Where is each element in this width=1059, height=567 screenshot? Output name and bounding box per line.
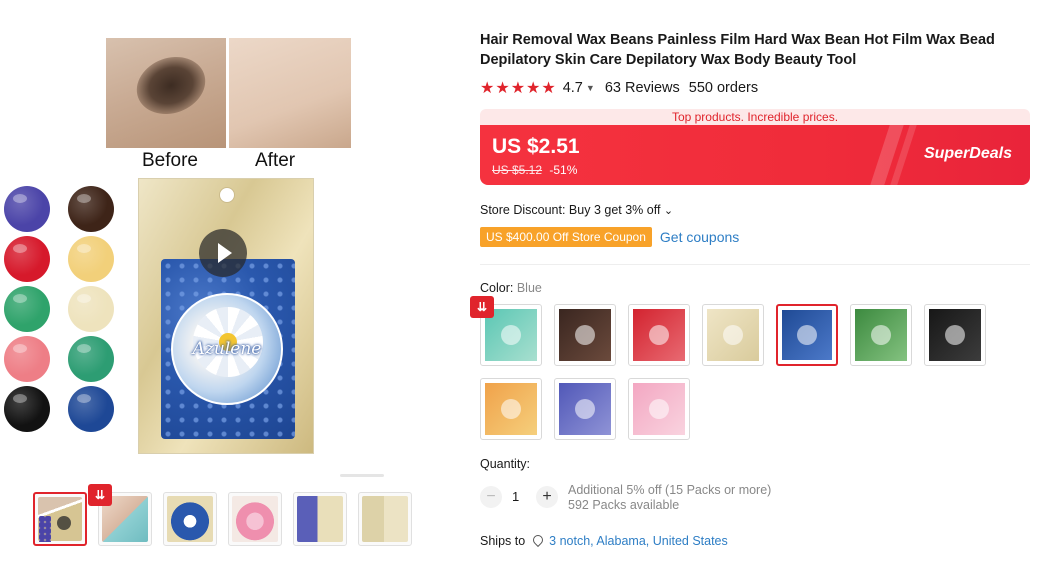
rating-row: ★★★★★ 4.7 ▼ 63 Reviews 550 orders bbox=[480, 78, 758, 98]
product-title: Hair Removal Wax Beans Painless Film Har… bbox=[480, 32, 995, 68]
azulene-label: Azulene bbox=[171, 293, 283, 405]
chevron-down-icon: ⌄ bbox=[663, 205, 674, 217]
before-after-photo: Before After bbox=[106, 38, 352, 178]
promo-strip: Top products. Incredible prices. bbox=[480, 109, 1030, 126]
color-option-image bbox=[633, 383, 685, 435]
store-discount[interactable]: Store Discount: Buy 3 get 3% off ⌄ bbox=[480, 203, 673, 217]
quantity-label: Quantity: bbox=[480, 457, 531, 471]
after-armpit-photo bbox=[229, 38, 351, 148]
color-option-purple[interactable] bbox=[554, 378, 616, 440]
wax-swatch bbox=[68, 286, 114, 332]
store-coupon-tag: US $400.00 Off Store Coupon bbox=[480, 227, 652, 247]
thumbnail-pink-pack[interactable] bbox=[228, 492, 282, 546]
thumbnail-purple-pack[interactable] bbox=[293, 492, 347, 546]
location-pin-icon bbox=[533, 535, 543, 547]
quantity-value[interactable]: 1 bbox=[512, 489, 519, 504]
main-product-image[interactable]: Before After Azulene bbox=[0, 0, 460, 480]
price-drop-badge-icon: ⇊ bbox=[470, 296, 494, 318]
ships-to-row: Ships to 3 notch, Alabama, United States bbox=[480, 534, 728, 548]
color-option-image bbox=[855, 309, 907, 361]
color-option-green[interactable] bbox=[850, 304, 912, 366]
stock-available: 592 Packs available bbox=[568, 498, 680, 512]
wax-swatch bbox=[4, 186, 50, 232]
wax-swatch bbox=[4, 386, 50, 432]
wax-swatch bbox=[4, 286, 50, 332]
bulk-discount-note: Additional 5% off (15 Packs or more) bbox=[568, 483, 772, 497]
pouch-hang-hole bbox=[219, 187, 235, 203]
current-price: US $2.51 bbox=[492, 135, 580, 158]
section-divider bbox=[480, 264, 1030, 265]
coupon-row: US $400.00 Off Store Coupon Get coupons bbox=[480, 227, 739, 247]
color-option-coffee[interactable] bbox=[554, 304, 616, 366]
color-option-red[interactable] bbox=[628, 304, 690, 366]
color-option-image bbox=[929, 309, 981, 361]
wax-swatch bbox=[68, 236, 114, 282]
thumbnail-strip: ⇊ bbox=[33, 484, 423, 548]
color-option-image bbox=[707, 309, 759, 361]
color-option-image bbox=[559, 309, 611, 361]
star-rating-icon: ★★★★★ bbox=[480, 80, 557, 97]
ships-to-destination[interactable]: 3 notch, Alabama, United States bbox=[549, 534, 728, 548]
discount-percent: -51% bbox=[549, 163, 578, 177]
product-pouch: Azulene bbox=[138, 178, 314, 454]
quantity-increase-button[interactable]: + bbox=[536, 486, 558, 508]
price-drop-badge-icon: ⇊ bbox=[88, 484, 112, 506]
price-banner: US $2.51 US $5.12 -51% SuperDeals bbox=[480, 125, 1030, 185]
selected-color: Blue bbox=[516, 281, 542, 295]
color-label: Color: Blue bbox=[480, 281, 542, 295]
superdeals-logo: SuperDeals bbox=[923, 145, 1012, 162]
color-option-cream[interactable] bbox=[702, 304, 764, 366]
after-label: After bbox=[255, 150, 296, 171]
reviews-link[interactable]: 63 Reviews bbox=[605, 80, 680, 96]
before-label: Before bbox=[142, 150, 198, 171]
ships-to-label: Ships to bbox=[480, 534, 526, 548]
before-armpit-photo bbox=[106, 38, 226, 148]
wax-swatch bbox=[4, 236, 50, 282]
quantity-decrease-button[interactable]: − bbox=[480, 486, 502, 508]
rating-value[interactable]: 4.7 bbox=[563, 80, 583, 96]
get-coupons-link[interactable]: Get coupons bbox=[660, 229, 739, 245]
rating-chevron-icon[interactable]: ▼ bbox=[586, 83, 595, 93]
thumbnail-blue-pack[interactable] bbox=[163, 492, 217, 546]
color-option-image bbox=[782, 310, 832, 360]
color-option-blue[interactable] bbox=[776, 304, 838, 366]
wax-swatch bbox=[68, 336, 114, 382]
store-discount-text: Store Discount: Buy 3 get 3% off bbox=[480, 203, 661, 217]
color-label-text: Color: bbox=[480, 281, 514, 295]
color-option-pink[interactable] bbox=[628, 378, 690, 440]
wax-color-swatches bbox=[4, 186, 122, 436]
thumbnail-white-pack[interactable] bbox=[358, 492, 412, 546]
brand-text: Azulene bbox=[192, 339, 262, 359]
wax-swatch bbox=[68, 186, 114, 232]
color-option-image bbox=[559, 383, 611, 435]
orders-count: 550 orders bbox=[688, 80, 759, 96]
original-price: US $5.12 bbox=[492, 163, 543, 177]
thumbnail-main[interactable] bbox=[33, 492, 87, 546]
wax-swatch bbox=[4, 336, 50, 382]
original-price-row: US $5.12 -51% bbox=[492, 163, 577, 177]
quantity-note: Additional 5% off (15 Packs or more) 592… bbox=[568, 483, 771, 513]
color-option-yellow[interactable] bbox=[480, 378, 542, 440]
color-option-image bbox=[485, 383, 537, 435]
color-option-black[interactable] bbox=[924, 304, 986, 366]
image-scroll-indicator bbox=[340, 474, 384, 477]
play-video-icon[interactable] bbox=[199, 229, 247, 277]
color-option-image bbox=[633, 309, 685, 361]
wax-swatch bbox=[68, 386, 114, 432]
